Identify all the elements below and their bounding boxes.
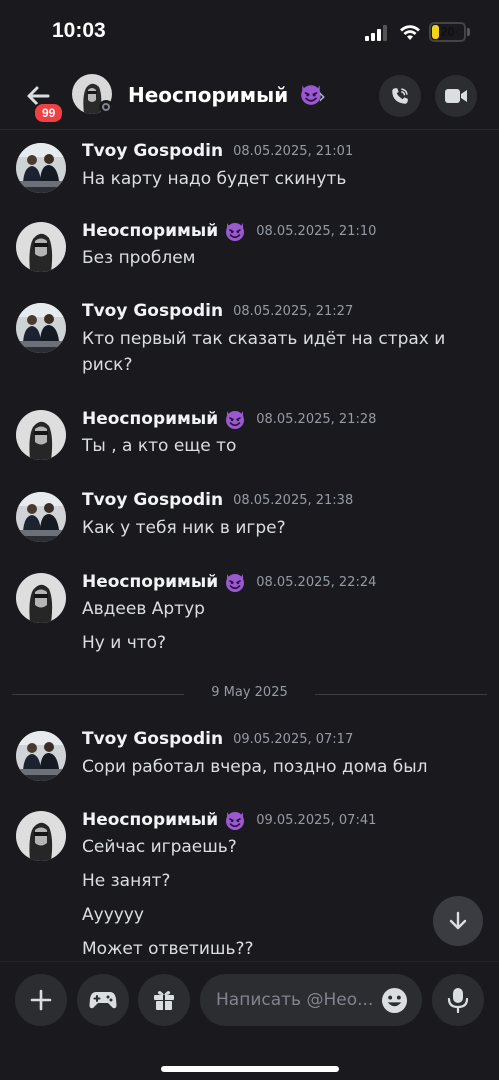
status-bar: 10:03 20 xyxy=(0,0,499,66)
message-text: Без проблем xyxy=(82,248,196,268)
message-text: Сори работал вчера, поздно дома был xyxy=(82,757,428,777)
message-header: Tvoy Gospodin 08.05.2025, 21:38 xyxy=(82,490,353,510)
avatar[interactable] xyxy=(16,222,66,272)
message-author[interactable]: Неоспоримый xyxy=(82,409,218,429)
message-timestamp: 08.05.2025, 21:01 xyxy=(233,143,354,159)
smiling-imp-emoji-icon xyxy=(226,411,245,429)
message-text: Ты , а кто еще то xyxy=(82,436,237,456)
smiling-imp-emoji-icon xyxy=(226,574,245,592)
message-author[interactable]: Tvoy Gospodin xyxy=(82,141,223,161)
composer-bar xyxy=(0,961,499,1080)
message-list[interactable]: 9 May 2025 Tvoy Gospodin 08.05.2025, 21:0… xyxy=(0,131,499,961)
message-header: Неоспоримый 08.05.2025, 21:10 xyxy=(82,220,376,242)
battery-indicator: 20 xyxy=(429,22,466,42)
scroll-to-bottom-button[interactable] xyxy=(433,896,483,946)
avatar[interactable] xyxy=(16,492,66,542)
attach-button[interactable] xyxy=(15,974,67,1026)
gamepad-icon xyxy=(89,992,117,1009)
avatar[interactable] xyxy=(16,811,66,861)
chevron-right-icon[interactable]: › xyxy=(318,84,326,108)
smiling-imp-emoji-icon xyxy=(226,223,245,241)
message-header: Неоспоримый 09.05.2025, 07:41 xyxy=(82,809,376,831)
message-header: Tvoy Gospodin 08.05.2025, 21:01 xyxy=(82,141,353,161)
header-title-row[interactable]: Неоспоримый xyxy=(128,82,323,107)
avatar[interactable] xyxy=(16,303,66,353)
message-text: Сейчас играешь? xyxy=(82,837,237,857)
wifi-icon xyxy=(400,25,420,40)
message-timestamp: 08.05.2025, 21:28 xyxy=(256,411,377,427)
message-author[interactable]: Неоспоримый xyxy=(82,572,218,592)
message-author[interactable]: Tvoy Gospodin xyxy=(82,490,223,510)
offline-status-icon xyxy=(99,100,113,114)
phone-call-icon xyxy=(392,88,408,104)
message-text: Кто первый так сказать идёт на страх и xyxy=(82,329,446,349)
avatar[interactable] xyxy=(16,731,66,781)
emoji-icon[interactable] xyxy=(381,987,408,1014)
message-timestamp: 08.05.2025, 21:10 xyxy=(256,223,377,239)
activities-button[interactable] xyxy=(77,974,129,1026)
message-header: Неоспоримый 08.05.2025, 22:24 xyxy=(82,571,376,593)
message-input[interactable] xyxy=(216,974,376,1026)
message-author[interactable]: Неоспоримый xyxy=(82,221,218,241)
chat-title: Неоспоримый xyxy=(128,83,289,107)
message-timestamp: 09.05.2025, 07:41 xyxy=(256,812,377,828)
video-camera-icon xyxy=(445,89,467,103)
gift-button[interactable] xyxy=(138,974,190,1026)
unread-count-badge: 99 xyxy=(33,102,65,124)
message-author[interactable]: Tvoy Gospodin xyxy=(82,729,223,749)
message-timestamp: 08.05.2025, 22:24 xyxy=(256,574,377,590)
message-header: Tvoy Gospodin 09.05.2025, 07:17 xyxy=(82,729,353,749)
status-time: 10:03 xyxy=(52,19,106,42)
message-text: На карту надо будет скинуть xyxy=(82,169,347,189)
message-timestamp: 08.05.2025, 21:27 xyxy=(233,303,354,319)
message-author[interactable]: Tvoy Gospodin xyxy=(82,301,223,321)
message-timestamp: 08.05.2025, 21:38 xyxy=(233,492,354,508)
video-call-button[interactable] xyxy=(435,75,477,117)
microphone-icon xyxy=(447,988,469,1013)
chat-header: 99 Неоспоримый › xyxy=(0,66,499,130)
message-text: Авдеев Артур xyxy=(82,599,205,619)
message-input-container[interactable] xyxy=(200,974,422,1026)
home-indicator xyxy=(161,1066,339,1072)
message-text: Ну и что? xyxy=(82,633,167,653)
avatar[interactable] xyxy=(16,143,66,193)
date-divider: 9 May 2025 xyxy=(12,684,487,704)
avatar[interactable] xyxy=(16,573,66,623)
plus-icon xyxy=(30,989,52,1011)
voice-call-button[interactable] xyxy=(379,75,421,117)
date-divider-label: 9 May 2025 xyxy=(211,685,288,700)
message-text: риск? xyxy=(82,355,133,375)
message-timestamp: 09.05.2025, 07:17 xyxy=(233,731,354,747)
message-header: Неоспоримый 08.05.2025, 21:28 xyxy=(82,408,376,430)
voice-message-button[interactable] xyxy=(432,974,484,1026)
gift-icon xyxy=(154,991,174,1010)
arrow-down-icon xyxy=(449,911,467,930)
battery-tip xyxy=(467,28,470,36)
message-text: Как у тебя ник в игре? xyxy=(82,518,286,538)
cellular-signal-icon xyxy=(365,25,387,41)
message-header: Tvoy Gospodin 08.05.2025, 21:27 xyxy=(82,301,353,321)
avatar[interactable] xyxy=(16,410,66,460)
smiling-imp-emoji-icon xyxy=(226,812,245,830)
message-text: Может ответишь?? xyxy=(82,939,254,959)
message-author[interactable]: Неоспоримый xyxy=(82,810,218,830)
divider-line-right xyxy=(315,694,487,695)
battery-level-text: 20 xyxy=(440,24,455,39)
message-text: Аууууу xyxy=(82,905,144,925)
message-text: Не занят? xyxy=(82,871,171,891)
